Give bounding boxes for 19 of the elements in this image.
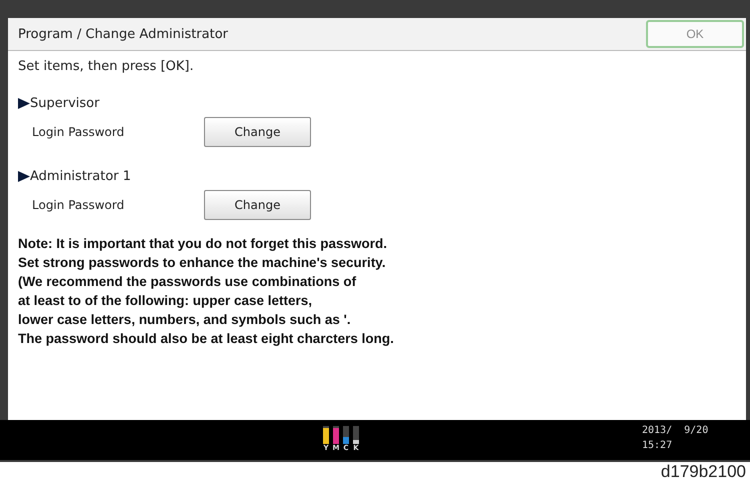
- time-text: 15:27: [642, 439, 674, 453]
- note-text: Note: It is important that you do not forget this password.: [18, 235, 388, 253]
- note-text: at least to of the following: upper case letters,: [18, 292, 314, 310]
- instruction-text: Set items, then press [OK].: [18, 59, 195, 74]
- note-text: Set strong passwords to enhance the machine's security.: [18, 254, 387, 272]
- window-title: Program / Change Administrator: [18, 26, 228, 42]
- section-title: Supervisor: [30, 96, 100, 111]
- note-text: (We recommend the passwords use combinations of: [18, 273, 358, 291]
- figure-caption: d179b2100: [660, 462, 746, 481]
- section-title: Administrator 1: [30, 169, 132, 184]
- date-text: 2013/ 9/20: [642, 424, 708, 438]
- triangle-icon: [18, 98, 30, 109]
- note-text: lower case letters, numbers, and symbols such as '.: [18, 311, 352, 329]
- field-label: Login Password: [32, 125, 126, 139]
- change-button[interactable]: Change: [204, 190, 311, 220]
- note-text: The password should also be at least eight charcters long.: [18, 330, 395, 348]
- field-label: Login Password: [32, 198, 126, 212]
- change-button[interactable]: Change: [204, 117, 311, 147]
- triangle-icon: [18, 171, 30, 182]
